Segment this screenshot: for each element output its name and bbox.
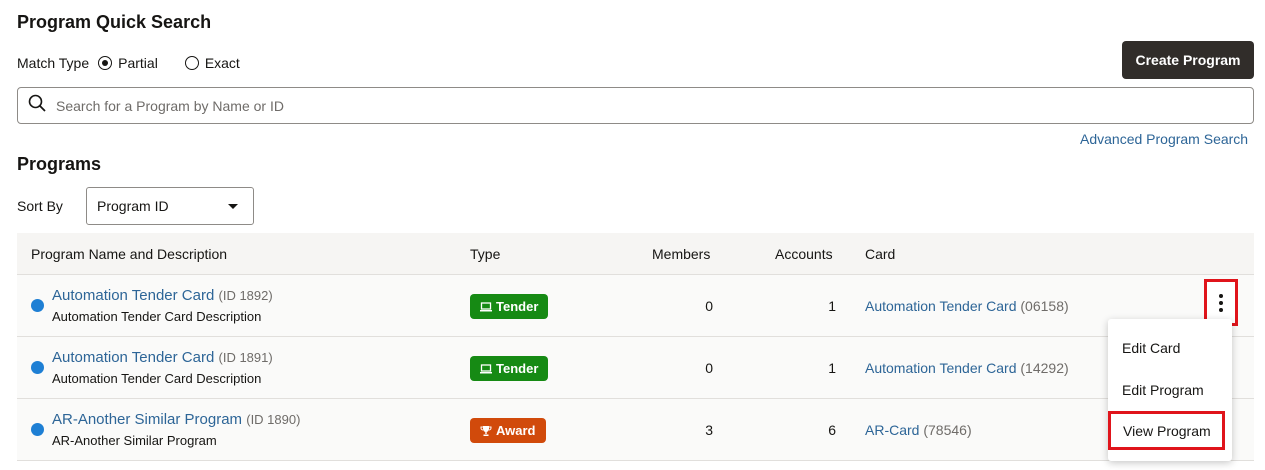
- program-id: (ID 1892): [218, 288, 273, 303]
- program-description: Automation Tender Card Description: [52, 309, 262, 324]
- sort-by-label: Sort By: [17, 198, 63, 214]
- status-dot-icon: [31, 423, 44, 436]
- col-accounts: Accounts: [775, 246, 833, 262]
- search-field[interactable]: [17, 87, 1254, 124]
- program-name-link[interactable]: AR-Another Similar Program: [52, 411, 242, 428]
- status-dot-icon: [31, 361, 44, 374]
- search-input[interactable]: [54, 96, 1204, 115]
- laptop-icon: [480, 301, 492, 311]
- accounts-count: 6: [828, 422, 836, 438]
- type-badge: Tender: [470, 356, 549, 381]
- type-label: Award: [496, 423, 536, 438]
- program-description: AR-Another Similar Program: [52, 433, 217, 448]
- laptop-icon: [480, 363, 492, 373]
- sort-by-select[interactable]: Program ID: [86, 187, 254, 225]
- caret-down-icon: [228, 204, 238, 209]
- card-id: (14292): [1020, 360, 1069, 376]
- col-type: Type: [470, 246, 501, 262]
- program-name-link[interactable]: Automation Tender Card: [52, 349, 214, 366]
- type-badge: Tender: [470, 294, 549, 319]
- col-members: Members: [652, 246, 711, 262]
- card-link[interactable]: Automation Tender Card: [865, 298, 1017, 314]
- match-partial-radio[interactable]: Partial: [98, 55, 158, 71]
- kebab-dot-icon: [1219, 300, 1223, 305]
- radio-checked-icon: [98, 56, 113, 70]
- programs-heading: Programs: [17, 154, 102, 174]
- accounts-count: 1: [828, 298, 836, 314]
- type-label: Tender: [496, 299, 539, 314]
- sort-by-value: Program ID: [97, 198, 169, 214]
- menu-item-view-program[interactable]: View Program: [1108, 411, 1225, 450]
- table-row: AR-Another Similar Program (ID 1890) AR-…: [17, 399, 1254, 461]
- radio-unchecked-icon: [184, 56, 199, 70]
- match-exact-radio[interactable]: Exact: [184, 55, 240, 71]
- kebab-dot-icon: [1219, 293, 1223, 298]
- match-partial-label: Partial: [118, 55, 158, 71]
- program-description: Automation Tender Card Description: [52, 371, 262, 386]
- type-label: Tender: [496, 361, 539, 376]
- create-program-button[interactable]: Create Program: [1122, 41, 1254, 79]
- menu-item-edit-program[interactable]: Edit Program: [1122, 382, 1204, 398]
- program-id: (ID 1891): [218, 350, 273, 365]
- card-link[interactable]: Automation Tender Card: [865, 360, 1017, 376]
- type-badge: Award: [470, 418, 546, 443]
- match-type-row: Match Type Partial Exact: [17, 53, 240, 73]
- search-icon: [28, 94, 46, 117]
- table-row: Automation Tender Card (ID 1892) Automat…: [17, 275, 1254, 337]
- program-id: (ID 1890): [246, 412, 301, 427]
- page-title: Program Quick Search: [17, 12, 212, 32]
- match-exact-label: Exact: [204, 55, 240, 71]
- table-row: Automation Tender Card (ID 1891) Automat…: [17, 337, 1254, 399]
- members-count: 0: [705, 360, 713, 376]
- trophy-icon: [480, 425, 492, 436]
- table-header: Program Name and Description Type Member…: [17, 233, 1254, 275]
- members-count: 0: [705, 298, 713, 314]
- match-type-label: Match Type: [17, 55, 90, 71]
- card-link[interactable]: AR-Card: [865, 422, 919, 438]
- col-name: Program Name and Description: [31, 246, 228, 262]
- kebab-dot-icon: [1219, 307, 1223, 312]
- advanced-search-link[interactable]: Advanced Program Search: [1080, 131, 1248, 147]
- col-card: Card: [865, 246, 896, 262]
- card-id: (06158): [1020, 298, 1069, 314]
- menu-item-edit-card[interactable]: Edit Card: [1122, 340, 1180, 356]
- card-id: (78546): [923, 422, 972, 438]
- status-dot-icon: [31, 299, 44, 312]
- accounts-count: 1: [828, 360, 836, 376]
- program-name-link[interactable]: Automation Tender Card: [52, 287, 214, 304]
- members-count: 3: [705, 422, 713, 438]
